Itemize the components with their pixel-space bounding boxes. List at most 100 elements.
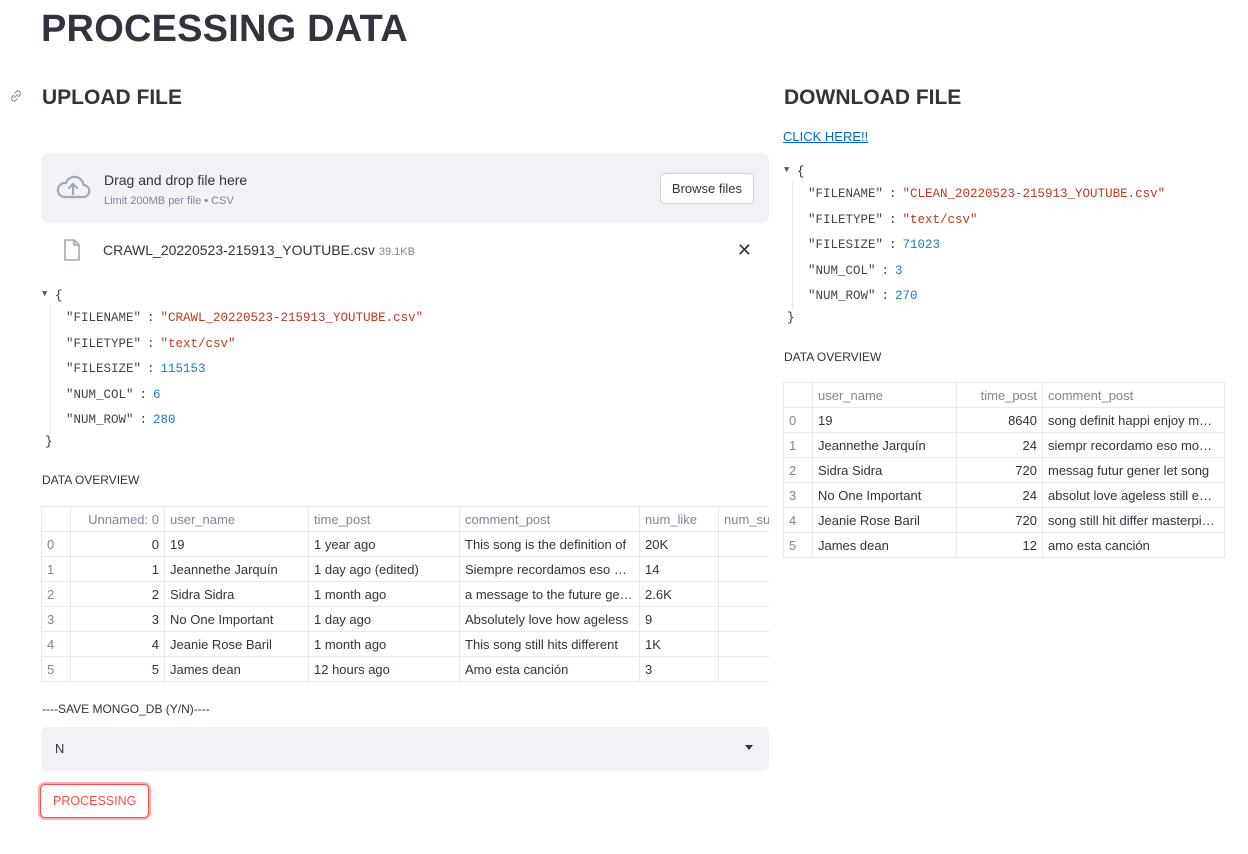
json-entry: "NUM_ROW":270 [808, 289, 918, 303]
row-index: 5 [783, 532, 813, 558]
link-icon[interactable] [8, 88, 24, 104]
table-row: 5 5 James dean 12 hours ago Amo esta canción… [41, 656, 769, 682]
table-row: 3 3 No One Important 1 day ago Absolutely lo… [41, 606, 769, 632]
column-header[interactable]: num_su [718, 506, 769, 532]
table-cell: 12 hours ago [308, 656, 460, 682]
table-cell: This song still hits different [459, 631, 640, 657]
table-cell [718, 606, 769, 632]
table-cell: 12 [956, 532, 1043, 558]
json-value: 115153 [160, 362, 206, 376]
column-header[interactable]: user_name [812, 382, 957, 408]
row-index: 1 [41, 556, 71, 582]
row-index: 0 [783, 407, 813, 433]
table-header-row: user_name time_post comment_post [783, 382, 1225, 408]
column-header[interactable]: time_post [956, 382, 1043, 408]
table-row: 0 19 8640 song definit happi enjoy moment [783, 407, 1225, 433]
table-row: 2 2 Sidra Sidra 1 month ago a message to the… [41, 581, 769, 607]
table-row: 1 1 Jeannethe Jarquín 1 day ago (edited) Sie… [41, 556, 769, 582]
download-heading: DOWNLOAD FILE [784, 86, 962, 109]
upload-json-viewer: ▼ {"FILENAME": "CRAWL_20220523-215913_YOUT… [42, 289, 742, 459]
column-header[interactable]: comment_post [459, 506, 640, 532]
row-index: 2 [783, 457, 813, 483]
table-row: 4 Jeanie Rose Baril 720 song still hit diff… [783, 507, 1225, 533]
table-cell: a message to the future generation [459, 581, 640, 607]
dropzone-instructions: Drag and drop file here [104, 172, 248, 188]
upload-heading: UPLOAD FILE [42, 86, 182, 109]
json-entry: "FILETYPE": "text/csv" [66, 337, 236, 351]
table-cell: siempr recordamo eso momento [1042, 432, 1225, 458]
json-entry: "FILESIZE":71023 [808, 238, 940, 252]
json-colon: : [889, 238, 897, 252]
collapse-caret-icon[interactable]: ▼ [42, 289, 47, 299]
table-row: 5 James dean 12 amo esta canción [783, 532, 1225, 558]
json-value: "text/csv" [160, 336, 236, 351]
json-colon: : [147, 311, 155, 325]
json-entry: "NUM_ROW":280 [66, 413, 176, 427]
json-indent-guide [50, 305, 51, 433]
collapse-caret-icon[interactable]: ▼ [784, 165, 789, 175]
json-entry: "FILETYPE": "text/csv" [808, 213, 978, 227]
column-header[interactable] [783, 382, 813, 408]
dropzone-limit: Limit 200MB per file • CSV [104, 195, 234, 207]
json-key: "FILETYPE" [808, 212, 884, 227]
table-cell: 1K [639, 631, 719, 657]
row-index: 4 [783, 507, 813, 533]
json-value: 280 [153, 413, 176, 427]
column-header[interactable]: time_post [308, 506, 460, 532]
table-cell: Jeannethe Jarquín [164, 556, 309, 582]
remove-file-icon[interactable]: ✕ [737, 240, 752, 260]
table-cell: absolut love ageless still enjoy [1042, 482, 1225, 508]
column-header[interactable]: comment_post [1042, 382, 1225, 408]
json-key: "NUM_ROW" [808, 289, 876, 303]
table-cell: 1 month ago [308, 631, 460, 657]
table-cell: James dean [812, 532, 957, 558]
table-cell [718, 631, 769, 657]
upload-dataframe: Unnamed: 0 user_name time_post comment_post… [41, 506, 769, 686]
upload-overview-label: DATA OVERVIEW [42, 473, 140, 487]
table-cell [718, 581, 769, 607]
table-cell: No One Important [812, 482, 957, 508]
json-value: 3 [895, 263, 903, 278]
json-indent-guide [792, 181, 793, 309]
json-key: "FILESIZE" [808, 238, 884, 252]
column-header[interactable]: Unnamed: 0 [70, 506, 165, 532]
browse-files-button[interactable]: Browse files [659, 173, 754, 204]
json-value: 71023 [902, 238, 941, 252]
file-dropzone[interactable]: Drag and drop file here Limit 200MB per … [41, 153, 769, 223]
uploaded-file-name: CRAWL_20220523-215913_YOUTUBE.csv [103, 242, 375, 258]
json-colon: : [889, 187, 897, 201]
table-cell: No One Important [164, 606, 309, 632]
table-cell: Absolutely love how ageless [459, 606, 640, 632]
table-header-row: Unnamed: 0 user_name time_post comment_post… [41, 506, 769, 532]
save-mongo-select[interactable]: N [41, 727, 769, 771]
table-cell: song still hit differ masterpiece [1042, 507, 1225, 533]
processing-button[interactable]: PROCESSING [40, 784, 150, 818]
table-cell: 14 [639, 556, 719, 582]
download-overview-label: DATA OVERVIEW [784, 350, 882, 364]
row-index: 0 [41, 531, 71, 557]
json-open-brace: { [797, 165, 805, 179]
table-cell: 19 [164, 531, 309, 557]
table-row: 2 Sidra Sidra 720 messag futur gener let so… [783, 457, 1225, 483]
table-cell: 5 [70, 656, 165, 682]
table-cell: 2.6K [639, 581, 719, 607]
table-cell: 720 [956, 457, 1043, 483]
table-cell [718, 556, 769, 582]
table-row: 1 Jeannethe Jarquín 24 siempr recordamo eso… [783, 432, 1225, 458]
json-colon: : [147, 336, 155, 351]
json-value: "text/csv" [902, 212, 978, 227]
download-link[interactable]: CLICK HERE!! [783, 129, 868, 144]
column-header[interactable]: user_name [164, 506, 309, 532]
table-cell: 20K [639, 531, 719, 557]
json-entry: "FILESIZE":115153 [66, 362, 206, 376]
column-header[interactable] [41, 506, 71, 532]
table-row: 0 0 19 1 year ago This song is the definitio… [41, 531, 769, 557]
json-entry: "NUM_COL":6 [66, 388, 161, 402]
json-value: 270 [895, 289, 918, 303]
column-header[interactable]: num_like [639, 506, 719, 532]
table-cell [718, 531, 769, 557]
json-close-brace: } [787, 310, 795, 325]
json-colon: : [147, 362, 155, 376]
json-key: "FILENAME" [808, 187, 884, 201]
table-cell: 1 month ago [308, 581, 460, 607]
